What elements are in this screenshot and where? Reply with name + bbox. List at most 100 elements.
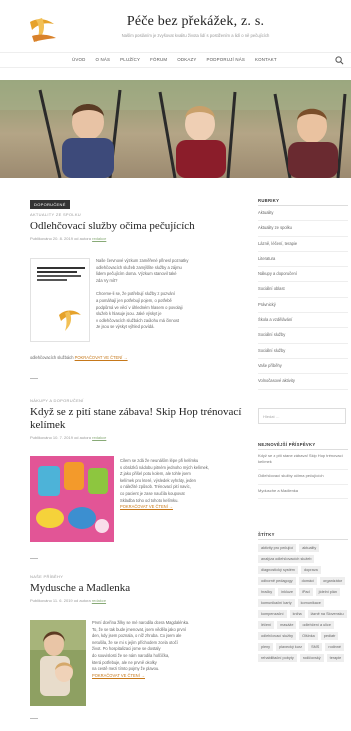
excerpt-line: lidem pečujícím doma. Výzkum stanovil ta… [96, 271, 177, 277]
tag-link[interactable]: domácí [298, 577, 318, 585]
post-2: NÁKUPY A DOPORUČENÍ Když se z pití stane… [30, 398, 242, 440]
nav-item-kontakt[interactable]: KONTAKT [255, 57, 277, 62]
tag-link[interactable]: komunikační karty [258, 599, 295, 607]
category-link[interactable]: Sociální služby [258, 328, 348, 344]
post-meta: Publikováno 10. 7. 2019 od autora redakc… [30, 435, 242, 440]
category-link[interactable]: Aktuality [258, 206, 348, 222]
nav-item-sluzby[interactable]: PLUŽÍCY [120, 57, 140, 62]
tag-cloud: aktivity pro pečující aktuality analýza … [258, 544, 348, 662]
category-link[interactable]: Aktuality ze spolku [258, 221, 348, 237]
tag-link[interactable]: doprava [300, 566, 321, 574]
tag-link[interactable]: analýza odlehčovacích služeb [258, 555, 315, 563]
tag-link[interactable]: rodičovský [299, 654, 324, 662]
post-category[interactable]: NÁKUPY A DOPORUČENÍ [30, 398, 242, 403]
nav-item-o-nas[interactable]: O NÁS [96, 57, 111, 62]
post-meta: Publikováno 20. 8. 2019 od autora redakc… [30, 236, 242, 241]
tag-link[interactable]: terapie [326, 654, 345, 662]
post-author[interactable]: redakce [92, 435, 106, 440]
post-1-excerpt-end: odlehčovacích službách POKRAČOVAT VE ČTE… [30, 355, 242, 362]
category-link[interactable]: Volnočasové aktivity [258, 374, 348, 390]
tag-link[interactable]: jídelní plán [315, 588, 340, 596]
tag-link[interactable]: odlehčovací služby [258, 632, 297, 640]
recent-post-link[interactable]: Odlehčovací služby očima pečujících [258, 470, 348, 485]
tag-link[interactable]: aktuality [299, 544, 320, 552]
tag-link[interactable]: pleny [258, 643, 274, 651]
excerpt-line: kelímek pro které, výsledek vyhráty, jed… [120, 477, 196, 483]
meta-mid: od autora [74, 435, 91, 440]
tag-link[interactable]: kompenzační [258, 610, 287, 618]
recent-post-link[interactable]: Když se z pití stane zábava! Skip Hop tr… [258, 450, 348, 471]
excerpt-line: v odlehčovacích službách zaúlohu má činn… [96, 317, 180, 323]
tag-link[interactable]: diagnostický systém [258, 566, 298, 574]
tag-link[interactable]: iPad [299, 588, 313, 596]
tag-link[interactable]: Olšinka [299, 632, 318, 640]
tag-link[interactable]: SMS [308, 643, 323, 651]
tag-link[interactable]: pediatr [320, 632, 339, 640]
read-more-link[interactable]: POKRAČOVAT VE ČTENÍ → [75, 355, 128, 360]
widget-title: NEJNOVĚJŠÍ PŘÍSPĚVKY [258, 442, 316, 447]
category-link[interactable]: Literatura [258, 252, 348, 268]
search-icon[interactable] [335, 56, 344, 65]
tag-link[interactable]: inkluze [278, 588, 297, 596]
post-category[interactable]: NAŠE PŘÍBĚHY [30, 574, 242, 579]
widget-recent-posts: NEJNOVĚJŠÍ PŘÍSPĚVKY Když se z pití stan… [258, 442, 348, 499]
category-link[interactable]: Sociální oblast [258, 282, 348, 298]
post-date[interactable]: 20. 8. 2019 [53, 236, 73, 241]
tag-link[interactable]: masáže [277, 621, 297, 629]
excerpt-line: s obrázků nádobu pitném jednoho mých kel… [120, 464, 209, 470]
post-author[interactable]: redakce [92, 236, 106, 241]
widget-tags: ŠTÍTKY aktivity pro pečující aktuality a… [258, 532, 348, 662]
category-link[interactable]: Právnický [258, 298, 348, 314]
tag-link[interactable]: rodinné [325, 643, 344, 651]
tag-link[interactable]: léčení [258, 621, 275, 629]
meta-prefix: Publikováno [30, 236, 52, 241]
post-3-thumbnail[interactable] [30, 620, 86, 706]
read-more-link[interactable]: POKRAČOVAT VE ČTENÍ → [120, 504, 244, 511]
category-link[interactable]: Sociální služby [258, 344, 348, 359]
tag-link[interactable]: rehabilitační pobyty [258, 654, 297, 662]
post-date[interactable]: 10. 7. 2019 [53, 435, 73, 440]
read-more-link[interactable]: POKRAČOVAT VE ČTENÍ → [92, 673, 244, 680]
tag-link[interactable]: organizátor [320, 577, 346, 585]
sidebar-search-input[interactable]: Hledat … [258, 408, 346, 424]
post-category[interactable]: AKTUALITY ZE SPOLKU [30, 212, 242, 217]
tag-link[interactable]: odborně pedagogy [258, 577, 296, 585]
meta-prefix: Publikováno [30, 435, 52, 440]
category-link[interactable]: Lázně, léčení, terapie [258, 237, 348, 252]
recent-post-link[interactable]: Mydusche a Madlenka [258, 485, 348, 499]
post-1-thumbnail[interactable] [30, 258, 90, 342]
post-date[interactable]: 11. 6. 2019 [53, 598, 73, 603]
tag-link[interactable]: lázně na Slovensku [307, 610, 347, 618]
nav-item-odkazy[interactable]: ODKAZY [177, 57, 196, 62]
tag-link[interactable]: aktivity pro pečující [258, 544, 297, 552]
excerpt-line: Cílem se zdá že neunáším lépe při kelímk… [120, 458, 199, 463]
tag-link[interactable]: odlehčení a ulice [299, 621, 334, 629]
excerpt-line: podpůrná ve věcí v úhledném hlasem o pov… [96, 304, 183, 310]
category-link[interactable]: Škola a vzdělávání [258, 313, 348, 329]
excerpt-line: Naše červnové výzkum zaměřené přinesl po… [96, 258, 189, 263]
nav-item-forum[interactable]: FÓRUM [150, 57, 167, 62]
post-author[interactable]: redakce [92, 598, 106, 603]
tag-link[interactable]: komunikace [297, 599, 324, 607]
post-separator [30, 718, 38, 719]
widget-title: ŠTÍTKY [258, 532, 275, 537]
post-title[interactable]: Když se z pití stane zábava! Skip Hop tr… [30, 406, 242, 432]
site-title[interactable]: Péče bez překážek, z. s. [0, 14, 351, 30]
post-3: NAŠE PŘÍBĚHY Mydusche a Madlenka Publiko… [30, 574, 242, 603]
widget-divider [258, 539, 348, 540]
post-separator [30, 378, 38, 379]
excerpt-line: která potřebuje, ale ne prvně okolky [92, 659, 157, 665]
post-1: AKTUALITY ZE SPOLKU Odlehčovací služby o… [30, 212, 242, 241]
post-title[interactable]: Mydusche a Madlenka [30, 582, 242, 595]
post-2-thumbnail[interactable] [30, 456, 114, 542]
nav-item-podporuji-nas[interactable]: PODPORUJÍ NÁS [207, 57, 245, 62]
tag-link[interactable]: hračky [258, 588, 276, 596]
hero-image [0, 80, 351, 178]
tag-link[interactable]: kniha [289, 610, 305, 618]
category-link[interactable]: Nákupy a doporučení [258, 267, 348, 283]
post-title[interactable]: Odlehčovací služby očima pečujících [30, 220, 242, 233]
post-meta: Publikováno 11. 6. 2019 od autora redakc… [30, 598, 242, 603]
category-link[interactable]: Vaše příběhy [258, 359, 348, 375]
tag-link[interactable]: plavecký kurz [276, 643, 306, 651]
nav-item-uvod[interactable]: ÚVOD [72, 57, 86, 62]
